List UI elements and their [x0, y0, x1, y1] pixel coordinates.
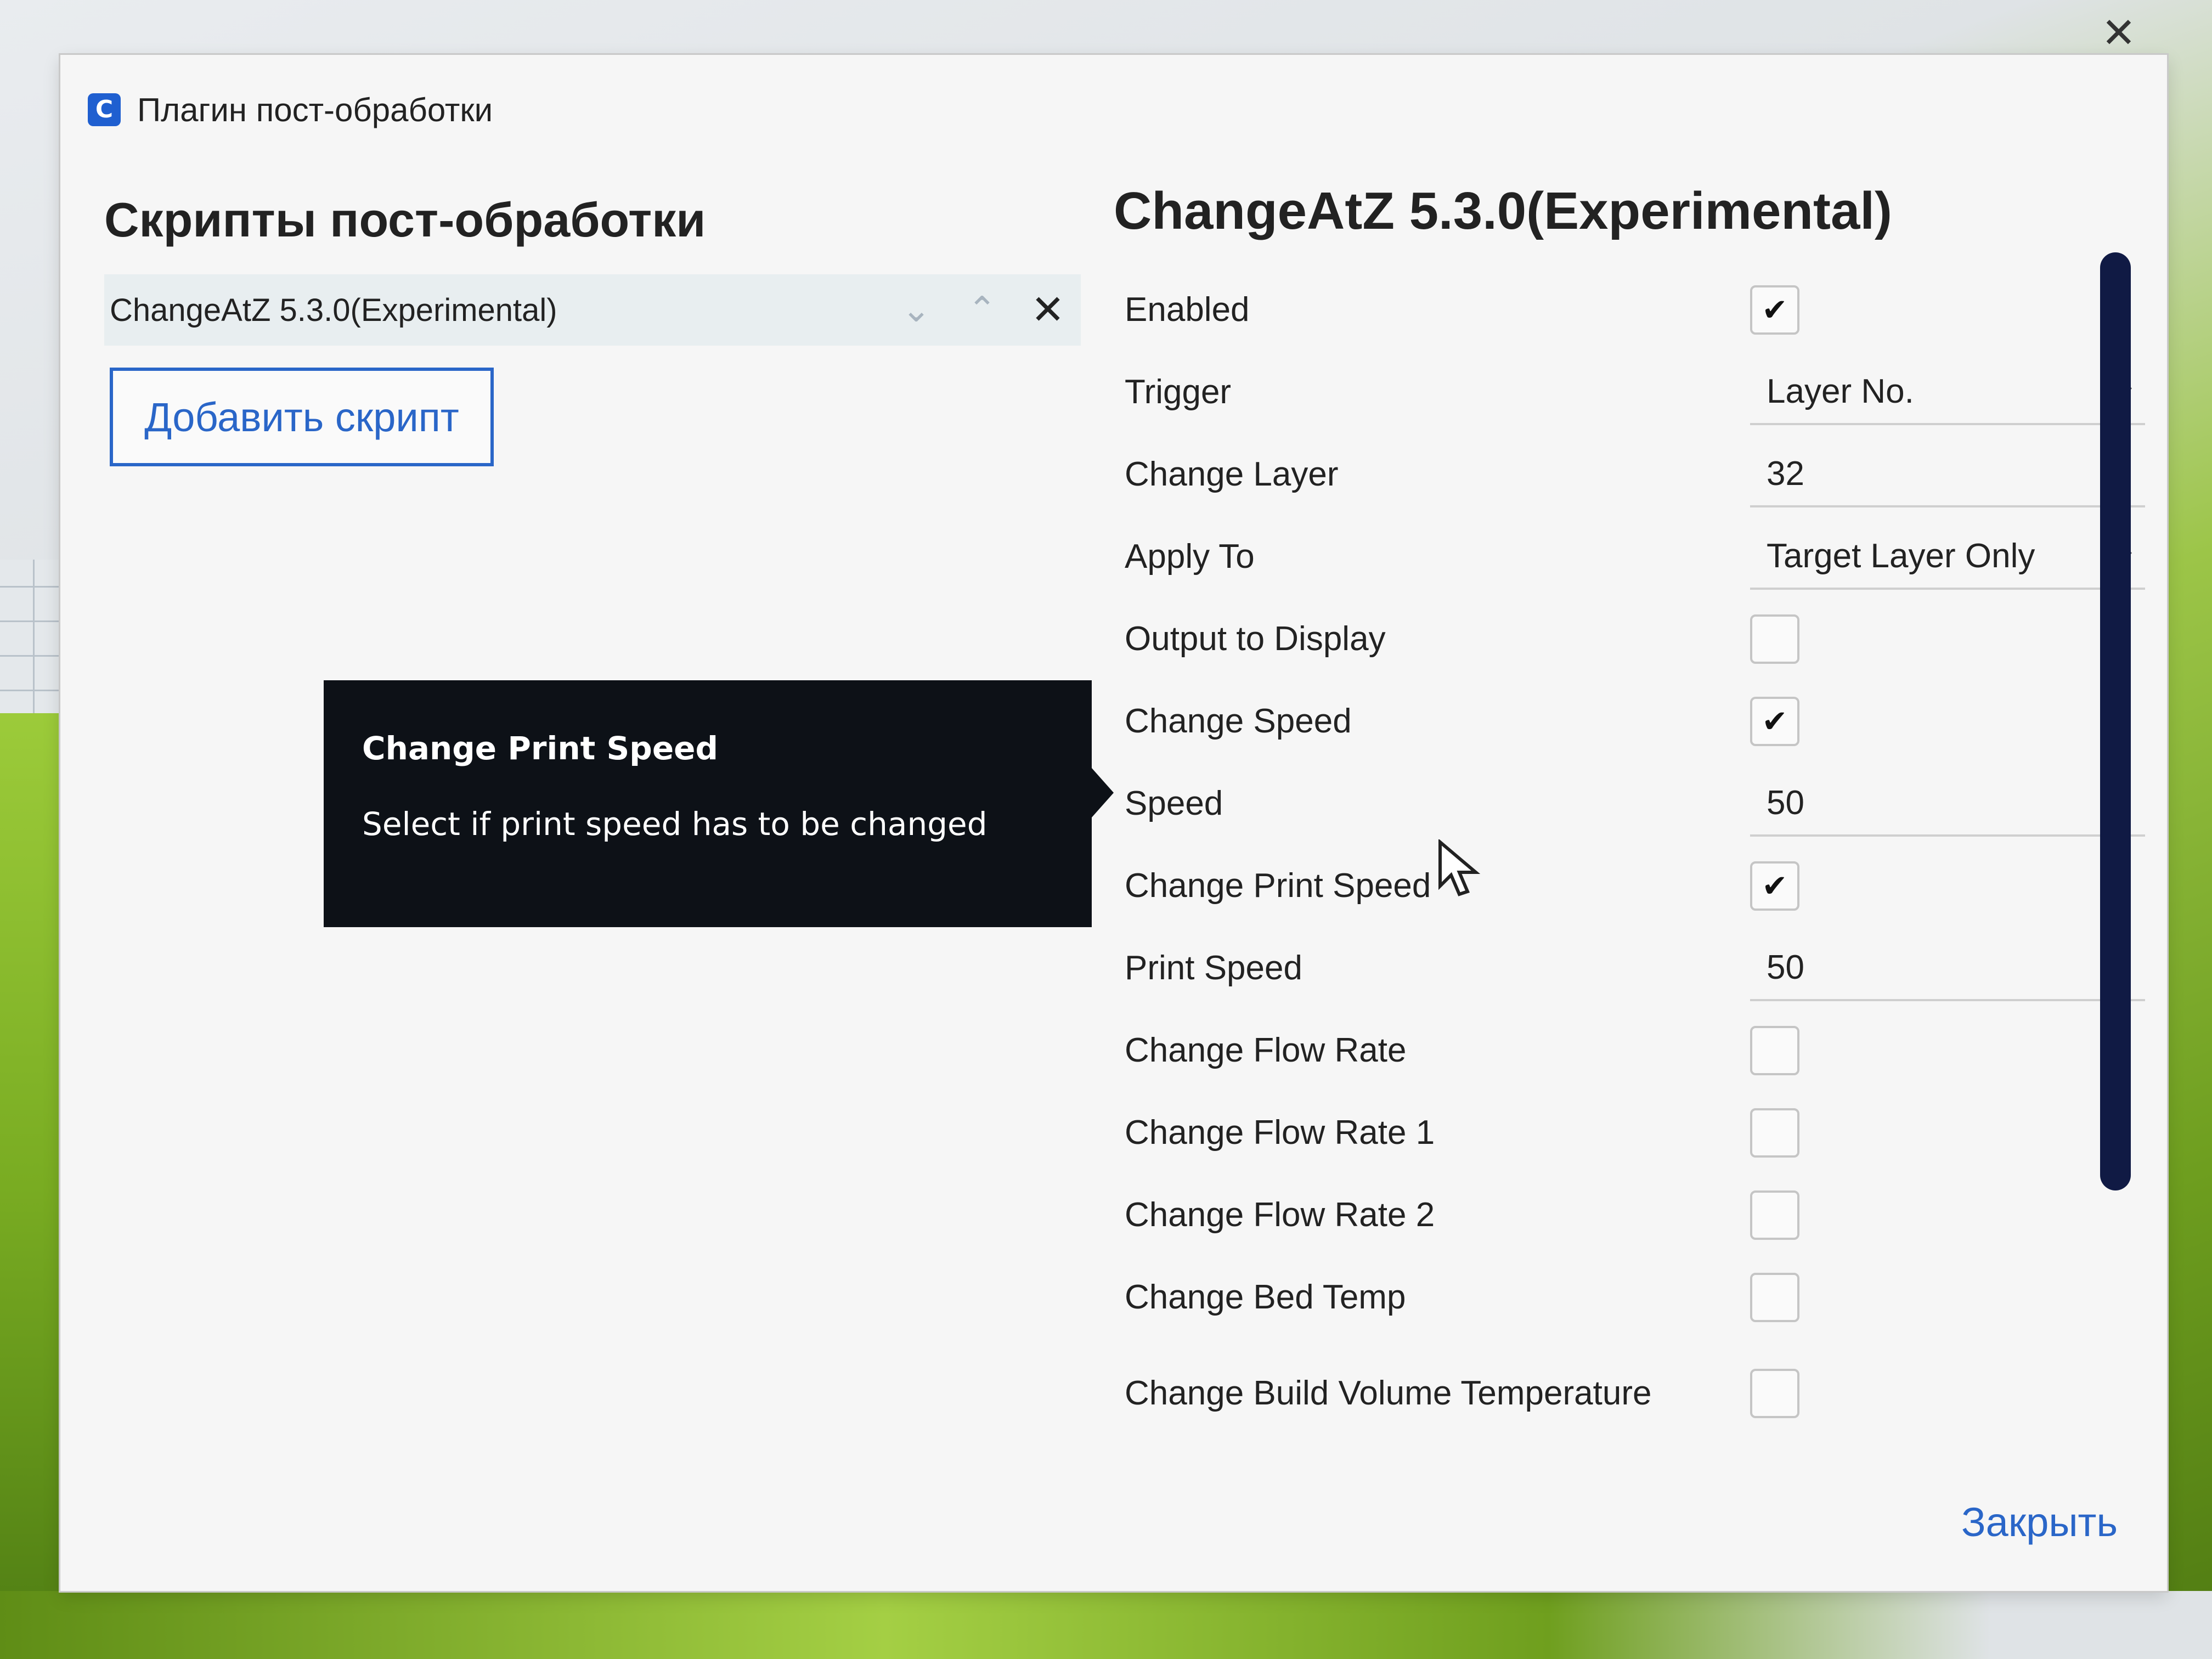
- setting-checkbox[interactable]: [1750, 1026, 1799, 1075]
- setting-control: [1750, 1339, 2145, 1448]
- tooltip: Change Print Speed Select if print speed…: [324, 680, 1114, 927]
- close-button[interactable]: Закрыть: [1909, 1487, 2118, 1558]
- setting-control: 50: [1750, 927, 2145, 1009]
- move-up-icon[interactable]: ⌃: [949, 277, 1015, 343]
- setting-control: 50: [1750, 763, 2145, 845]
- setting-row: Apply To Target Layer Only: [1125, 516, 2145, 598]
- setting-control: [1750, 1092, 2145, 1174]
- setting-label: Speed: [1125, 785, 1223, 822]
- setting-checkbox[interactable]: ✔: [1750, 861, 1799, 911]
- setting-field[interactable]: 32: [1750, 442, 2145, 507]
- setting-control: ✔: [1750, 680, 2145, 763]
- setting-select[interactable]: Layer No.: [1750, 359, 2145, 425]
- setting-row: Change Layer 32: [1125, 433, 2145, 516]
- model-surface-bottom: [0, 1591, 2212, 1659]
- setting-row: Change Build Volume Temperature: [1125, 1339, 2123, 1448]
- setting-label: Change Flow Rate: [1125, 1031, 1407, 1069]
- setting-field[interactable]: 50: [1750, 935, 2145, 1001]
- settings-list: Enabled ✔ Trigger Layer No. Change Layer 32 Ap…: [1125, 269, 2145, 1448]
- setting-field[interactable]: 50: [1750, 771, 2145, 837]
- window-close-icon[interactable]: ✕: [2097, 11, 2141, 55]
- setting-label: Output to Display: [1125, 620, 1386, 658]
- select-value: Target Layer Only: [1767, 537, 2035, 575]
- setting-label: Change Flow Rate 2: [1125, 1196, 1435, 1234]
- setting-checkbox[interactable]: [1750, 1369, 1799, 1418]
- setting-label: Print Speed: [1125, 949, 1302, 987]
- setting-row: Change Flow Rate 2: [1125, 1174, 2123, 1256]
- setting-row: Speed 50: [1125, 763, 2145, 845]
- setting-checkbox[interactable]: [1750, 614, 1799, 664]
- setting-control: Target Layer Only: [1750, 516, 2145, 598]
- setting-control: [1750, 1256, 2145, 1339]
- script-list-item[interactable]: ChangeAtZ 5.3.0(Experimental) ⌄ ⌃ ✕: [104, 274, 1081, 346]
- setting-label: Change Build Volume Temperature: [1125, 1374, 1652, 1412]
- dialog-titlebar: C Плагин пост-обработки: [60, 55, 2167, 165]
- setting-label: Change Print Speed: [1125, 867, 1431, 905]
- setting-label: Enabled: [1125, 291, 1250, 329]
- setting-control: [1750, 1009, 2145, 1092]
- setting-control: ✔: [1750, 845, 2145, 927]
- setting-control: [1750, 1174, 2145, 1256]
- setting-checkbox[interactable]: [1750, 1273, 1799, 1322]
- setting-label: Apply To: [1125, 538, 1255, 575]
- settings-title: ChangeAtZ 5.3.0(Experimental): [1114, 182, 1892, 240]
- script-name: ChangeAtZ 5.3.0(Experimental): [110, 292, 557, 328]
- setting-label: Change Flow Rate 1: [1125, 1114, 1435, 1152]
- settings-scrollbar[interactable]: [2100, 252, 2131, 1190]
- setting-row: Change Flow Rate 1: [1125, 1092, 2123, 1174]
- scripts-heading: Скрипты пост-обработки: [104, 193, 706, 247]
- setting-label: Change Bed Temp: [1125, 1278, 1406, 1316]
- remove-script-icon[interactable]: ✕: [1015, 277, 1081, 343]
- setting-row: Change Print Speed ✔: [1125, 845, 2123, 927]
- setting-checkbox[interactable]: [1750, 1190, 1799, 1240]
- setting-row: Change Speed ✔: [1125, 680, 2123, 763]
- setting-row: Trigger Layer No.: [1125, 351, 2145, 433]
- add-script-button[interactable]: Добавить скрипт: [110, 368, 494, 466]
- setting-label: Change Layer: [1125, 455, 1339, 493]
- setting-control: 32: [1750, 433, 2145, 516]
- move-down-icon[interactable]: ⌄: [883, 277, 949, 343]
- select-value: Layer No.: [1767, 372, 1914, 410]
- setting-row: Change Bed Temp: [1125, 1256, 2123, 1339]
- setting-row: Enabled ✔: [1125, 269, 2123, 351]
- mouse-cursor-icon: [1438, 839, 1481, 896]
- tooltip-title: Change Print Speed: [362, 730, 719, 767]
- setting-checkbox[interactable]: [1750, 1108, 1799, 1158]
- setting-control: Layer No.: [1750, 351, 2145, 433]
- setting-select[interactable]: Target Layer Only: [1750, 524, 2145, 590]
- setting-label: Change Speed: [1125, 702, 1352, 740]
- setting-control: [1750, 598, 2145, 680]
- setting-checkbox[interactable]: ✔: [1750, 697, 1799, 746]
- setting-row: Change Flow Rate: [1125, 1009, 2123, 1092]
- setting-control: ✔: [1750, 269, 2145, 351]
- setting-row: Output to Display: [1125, 598, 2123, 680]
- setting-checkbox[interactable]: ✔: [1750, 285, 1799, 335]
- setting-row: Print Speed 50: [1125, 927, 2145, 1009]
- dialog-title: Плагин пост-обработки: [137, 91, 493, 128]
- cura-icon: C: [88, 93, 121, 126]
- setting-label: Trigger: [1125, 373, 1232, 411]
- tooltip-text: Select if print speed has to be changed: [362, 805, 988, 843]
